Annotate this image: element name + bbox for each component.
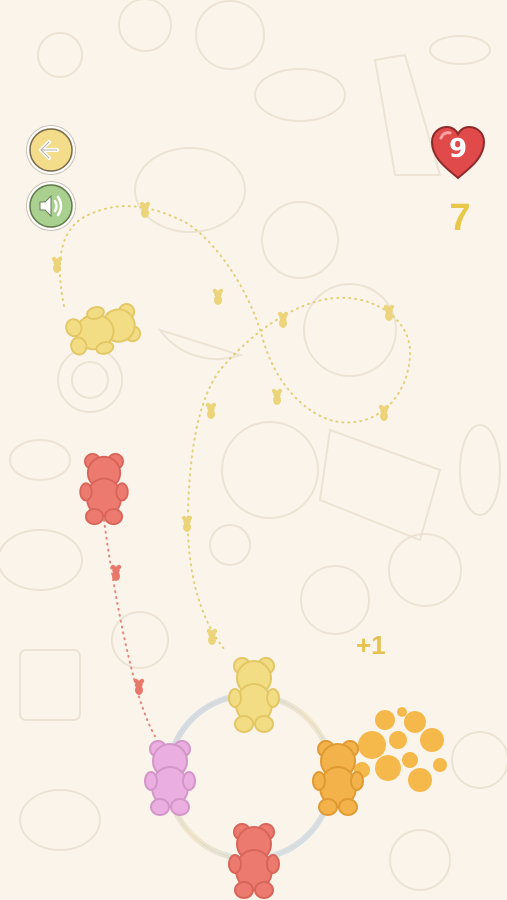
minibear bbox=[378, 404, 390, 421]
gummy-bear-red-ring[interactable] bbox=[228, 823, 280, 899]
lives-count: 9 bbox=[448, 134, 468, 164]
minibear bbox=[181, 515, 193, 532]
minibear bbox=[212, 288, 224, 305]
gummy-bear-red-moving[interactable] bbox=[79, 452, 129, 526]
minibear bbox=[133, 678, 145, 695]
gummy-bear-orange-ring[interactable] bbox=[312, 740, 364, 816]
red-path bbox=[103, 519, 157, 739]
minibear bbox=[277, 311, 289, 328]
score-popup: +1 bbox=[356, 630, 386, 660]
speaker-icon bbox=[29, 184, 73, 228]
yellow-path bbox=[58, 205, 412, 651]
gummy-bear-yellow-moving[interactable] bbox=[61, 296, 144, 363]
minibear bbox=[206, 628, 218, 645]
lives-indicator: 9 bbox=[429, 124, 487, 182]
minibear bbox=[205, 402, 217, 419]
arrow-left-icon bbox=[29, 128, 73, 172]
minibear bbox=[271, 388, 283, 405]
path-minibears bbox=[51, 201, 395, 695]
score-counter: 7 bbox=[449, 197, 471, 239]
sound-button[interactable] bbox=[29, 184, 73, 228]
orange-splash bbox=[354, 707, 447, 792]
gummy-bear-pink-ring[interactable] bbox=[144, 740, 196, 816]
gummy-bear-yellow-ring[interactable] bbox=[228, 657, 280, 733]
back-button[interactable] bbox=[29, 128, 73, 172]
